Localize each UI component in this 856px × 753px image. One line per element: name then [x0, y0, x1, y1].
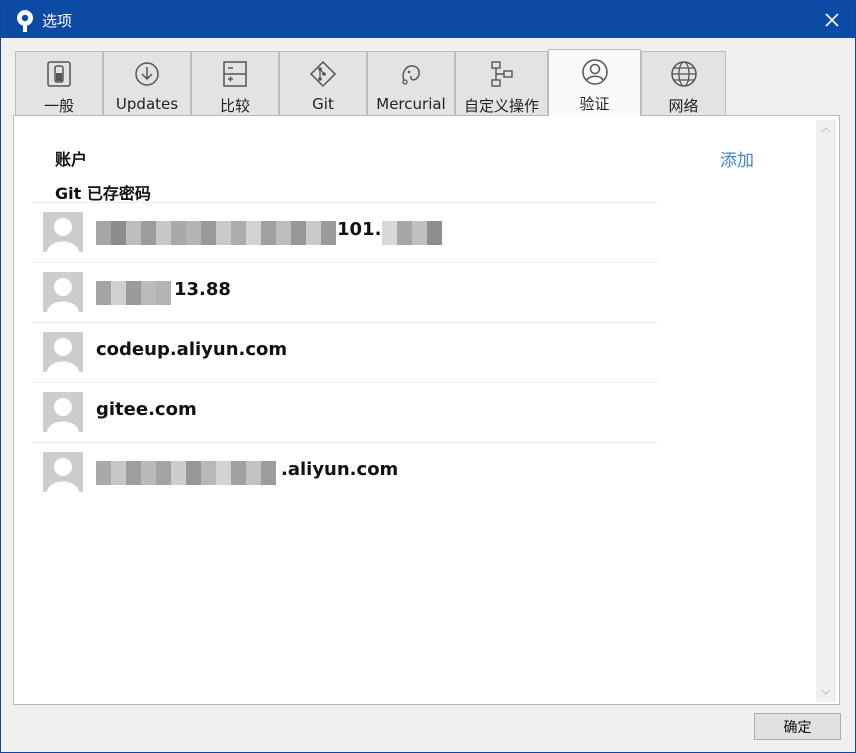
- list-item[interactable]: 101.2: [32, 202, 658, 262]
- globe-icon: [670, 61, 697, 87]
- scroll-up-icon: [821, 127, 831, 133]
- redacted-text: [96, 221, 336, 245]
- list-item[interactable]: gitee.com: [32, 382, 658, 442]
- tab-label: 比较: [219, 97, 250, 115]
- workflow-icon: [490, 61, 513, 87]
- mercurial-icon: [402, 65, 420, 85]
- host-name: codeup.aliyun.com: [96, 339, 288, 360]
- ok-button[interactable]: 确定: [754, 713, 841, 740]
- close-icon: [825, 12, 839, 27]
- window-title: 选项: [42, 12, 73, 30]
- host-name: 13.88: [174, 279, 231, 300]
- list-item[interactable]: codeup.aliyun.com: [32, 322, 658, 382]
- tab-label: 一般: [43, 97, 74, 115]
- vertical-scrollbar[interactable]: [816, 120, 836, 702]
- download-circle-icon: [135, 62, 159, 86]
- tab-updates[interactable]: Updates: [103, 51, 191, 115]
- toggle-switch-icon: [47, 61, 71, 87]
- tab-mercurial[interactable]: Mercurial: [367, 51, 455, 115]
- tab-network[interactable]: 网络: [641, 51, 726, 115]
- title-bar: 选项: [1, 1, 855, 38]
- options-dialog: 选项 一般 Updates 比较 Git Mercurial 自定义操作 验证 …: [0, 0, 856, 753]
- tab-general[interactable]: 一般: [15, 51, 103, 115]
- tab-diff[interactable]: 比较: [191, 51, 279, 115]
- sourcetree-logo-icon: [17, 10, 33, 32]
- tab-label: Mercurial: [376, 95, 446, 113]
- list-item[interactable]: .aliyun.com: [32, 442, 658, 502]
- authentication-panel: 账户 添加 Git 已存密码 101.2 13.88 codeup.aliyun…: [13, 115, 840, 705]
- tab-label: 网络: [668, 97, 699, 115]
- redacted-text: [382, 221, 442, 245]
- avatar: [43, 452, 83, 492]
- git-saved-passwords-heading: Git 已存密码: [55, 184, 151, 203]
- redacted-text: [96, 281, 171, 305]
- redacted-text: [96, 461, 276, 485]
- avatar: [43, 392, 83, 432]
- close-button[interactable]: [809, 1, 855, 38]
- avatar: [43, 212, 83, 252]
- list-item[interactable]: 13.88: [32, 262, 658, 322]
- diff-icon: [223, 61, 247, 87]
- avatar: [43, 272, 83, 312]
- tab-label: Git: [312, 95, 334, 113]
- host-name: .aliyun.com: [281, 459, 399, 480]
- tab-custom-actions[interactable]: 自定义操作: [455, 51, 548, 115]
- tab-git[interactable]: Git: [279, 51, 367, 115]
- tab-label: 自定义操作: [463, 97, 539, 115]
- tab-label: Updates: [115, 95, 179, 113]
- user-circle-icon: [581, 59, 608, 85]
- host-name: gitee.com: [96, 399, 197, 420]
- tab-label: 验证: [579, 95, 610, 113]
- scroll-down-icon: [821, 689, 831, 695]
- add-account-link[interactable]: 添加: [720, 146, 754, 171]
- avatar: [43, 332, 83, 372]
- tab-authentication[interactable]: 验证: [548, 49, 641, 116]
- accounts-heading: 账户: [55, 150, 88, 169]
- git-icon: [309, 60, 337, 88]
